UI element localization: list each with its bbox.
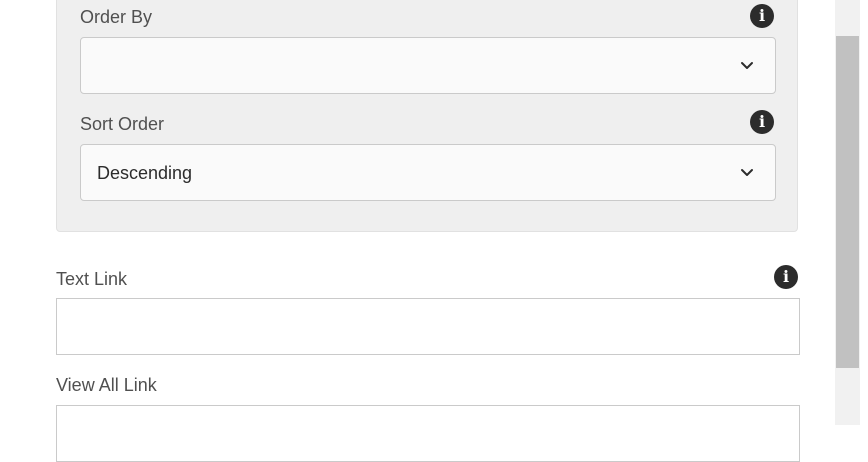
- text-link-label: Text Link: [56, 269, 128, 289]
- view-all-link-label: View All Link: [56, 375, 157, 395]
- order-by-select[interactable]: [80, 37, 776, 94]
- sort-order-value: Descending: [97, 163, 193, 183]
- text-link-input[interactable]: [56, 298, 800, 355]
- scrollbar-thumb[interactable]: [836, 36, 859, 368]
- chevron-down-icon: [741, 62, 753, 69]
- chevron-down-icon: [741, 169, 753, 176]
- sort-order-select[interactable]: Descending: [80, 144, 776, 201]
- info-icon[interactable]: i: [750, 4, 774, 28]
- info-icon[interactable]: i: [750, 110, 774, 134]
- view-all-link-input[interactable]: [56, 405, 800, 462]
- sort-order-label: Sort Order: [80, 114, 165, 134]
- order-by-label: Order By: [80, 7, 153, 27]
- info-icon[interactable]: i: [774, 265, 798, 289]
